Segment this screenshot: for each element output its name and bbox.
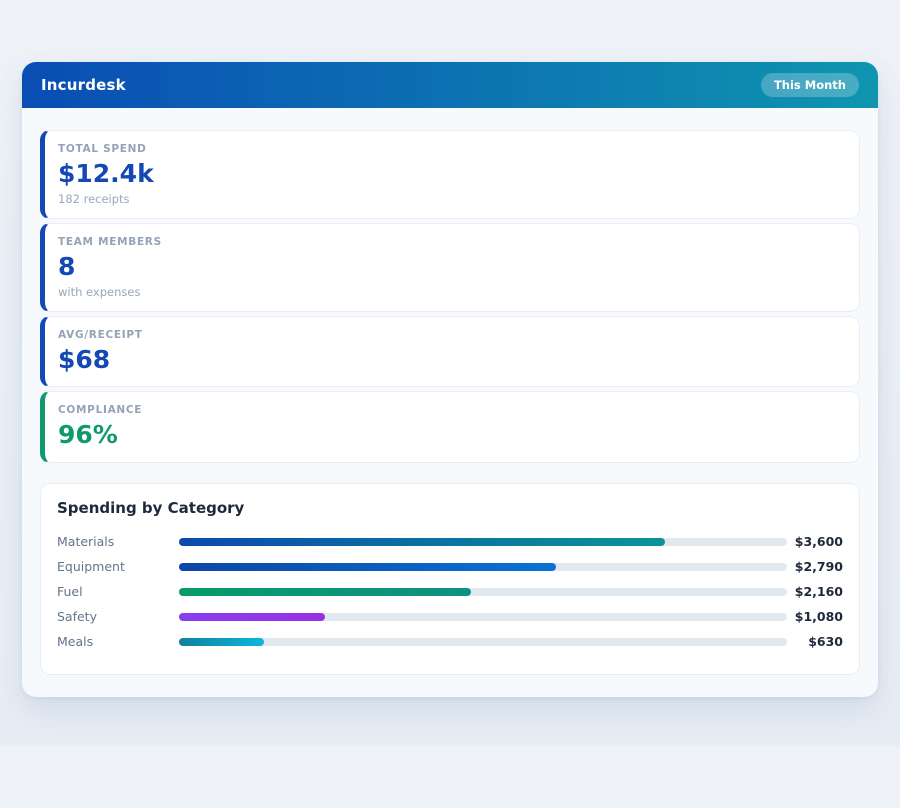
bar-category-label: Materials — [57, 534, 115, 549]
bar-category-label: Meals — [57, 634, 94, 649]
bar-row-safety: Safety $1,080 — [57, 604, 843, 629]
stat-value: 96% — [58, 420, 118, 450]
bar-track — [179, 637, 787, 646]
bar-fill — [179, 562, 556, 571]
bar-category-label: Safety — [57, 609, 97, 624]
bar-row-meals: Meals $630 — [57, 629, 843, 654]
stat-subtext: with expenses — [58, 284, 141, 299]
stats-list: TOTAL SPEND $12.4k 182 receipts TEAM MEM… — [40, 130, 860, 463]
bar-category-label: Equipment — [57, 559, 125, 574]
stat-label: TEAM MEMBERS — [58, 235, 162, 248]
app-header: Incurdesk This Month — [22, 62, 878, 108]
bar-fill — [179, 637, 265, 646]
stat-value: $12.4k — [58, 159, 154, 188]
period-badge[interactable]: This Month — [760, 73, 859, 97]
bar-row-fuel: Fuel $2,160 — [57, 579, 843, 604]
bar-fill — [179, 537, 666, 546]
bar-row-materials: Materials $3,600 — [57, 529, 843, 554]
spending-by-category-card: Spending by Category Materials $3,600 Eq… — [40, 483, 860, 675]
bar-row-equipment: Equipment $2,790 — [57, 554, 843, 579]
stat-value: 8 — [58, 251, 76, 281]
stat-card-total-spend: TOTAL SPEND $12.4k 182 receipts — [40, 130, 860, 219]
bar-value-label: $3,600 — [794, 534, 843, 549]
bar-fill — [179, 587, 471, 596]
stat-card-compliance: COMPLIANCE 96% — [40, 391, 860, 463]
bar-track — [179, 612, 787, 621]
bar-value-label: $1,080 — [794, 609, 843, 624]
bar-value-label: $630 — [808, 634, 843, 649]
dashboard-card: Incurdesk This Month TOTAL SPEND $12.4k … — [22, 62, 878, 697]
stat-subtext: 182 receipts — [58, 191, 130, 206]
bar-category-label: Fuel — [57, 584, 83, 599]
chart-title: Spending by Category — [57, 499, 245, 517]
stat-value: $68 — [58, 344, 111, 374]
dashboard-content: TOTAL SPEND $12.4k 182 receipts TEAM MEM… — [22, 108, 878, 697]
bar-fill — [179, 612, 325, 621]
bar-value-label: $2,160 — [794, 584, 843, 599]
bar-track — [179, 587, 787, 596]
stat-card-team-members: TEAM MEMBERS 8 with expenses — [40, 222, 860, 312]
stat-label: TOTAL SPEND — [58, 143, 147, 155]
app-title: Incurdesk — [41, 76, 126, 94]
stat-label: AVG/RECEIPT — [58, 328, 143, 341]
stat-label: COMPLIANCE — [58, 404, 143, 417]
bar-track — [179, 562, 787, 571]
bar-track — [179, 537, 787, 546]
bar-value-label: $2,790 — [794, 559, 843, 574]
stat-card-avg-receipt: AVG/RECEIPT $68 — [40, 315, 860, 388]
